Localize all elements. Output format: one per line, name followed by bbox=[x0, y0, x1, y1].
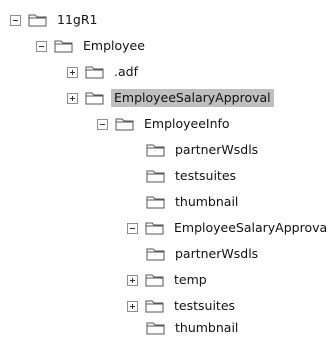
tree-node-label: thumbnail bbox=[175, 194, 239, 209]
folder-icon bbox=[85, 64, 105, 80]
tree-node-employeesalaryapprova[interactable]: EmployeeSalaryApprova bbox=[127, 218, 330, 238]
expand-icon[interactable] bbox=[67, 66, 78, 78]
folder-icon bbox=[115, 116, 135, 132]
tree-node-label: testsuites bbox=[175, 168, 237, 183]
expand-icon[interactable] bbox=[127, 300, 138, 312]
folder-icon bbox=[85, 90, 105, 106]
tree-node-temp[interactable]: temp bbox=[127, 270, 210, 290]
tree-node-thumbnail[interactable]: thumbnail bbox=[146, 318, 241, 338]
folder-icon bbox=[146, 320, 166, 336]
collapse-icon[interactable] bbox=[127, 222, 138, 234]
folder-icon bbox=[146, 168, 166, 184]
expand-icon[interactable] bbox=[127, 274, 138, 286]
folder-icon bbox=[54, 38, 74, 54]
tree-node-label: EmployeeInfo bbox=[144, 116, 230, 131]
tree-node-label: 11gR1 bbox=[57, 12, 98, 27]
tree-node-label: thumbnail bbox=[175, 320, 239, 335]
tree-node-adf[interactable]: .adf bbox=[67, 62, 141, 82]
folder-icon bbox=[145, 272, 165, 288]
tree-node-employee[interactable]: Employee bbox=[36, 36, 148, 56]
tree-node-11gr1[interactable]: 11gR1 bbox=[10, 10, 100, 30]
tree-node-testsuites[interactable]: testsuites bbox=[146, 166, 239, 186]
folder-icon bbox=[145, 220, 165, 236]
collapse-icon[interactable] bbox=[97, 118, 108, 130]
tree-node-thumbnail[interactable]: thumbnail bbox=[146, 192, 241, 212]
tree-node-partnerwsdls[interactable]: partnerWsdls bbox=[146, 140, 261, 160]
collapse-icon[interactable] bbox=[10, 14, 21, 26]
tree-node-testsuites[interactable]: testsuites bbox=[127, 296, 238, 316]
tree-node-label: partnerWsdls bbox=[175, 246, 259, 261]
folder-icon bbox=[146, 246, 166, 262]
folder-icon bbox=[145, 298, 165, 314]
tree-node-label: temp bbox=[174, 272, 207, 287]
tree-node-label: testsuites bbox=[174, 298, 236, 313]
tree-node-label-selected: EmployeeSalaryApproval bbox=[111, 89, 274, 107]
folder-icon bbox=[146, 194, 166, 210]
collapse-icon[interactable] bbox=[36, 40, 47, 52]
folder-tree: 11gR1 Employee .adf EmployeeSalaryApprov… bbox=[0, 0, 332, 339]
folder-icon bbox=[146, 142, 166, 158]
folder-icon bbox=[28, 12, 48, 28]
tree-node-label: .adf bbox=[114, 64, 138, 79]
tree-node-label: Employee bbox=[83, 38, 145, 53]
tree-node-partnerwsdls[interactable]: partnerWsdls bbox=[146, 244, 261, 264]
tree-node-employeesalaryapproval[interactable]: EmployeeSalaryApproval bbox=[67, 88, 274, 108]
tree-node-label: partnerWsdls bbox=[175, 142, 259, 157]
expand-icon[interactable] bbox=[67, 92, 78, 104]
tree-node-label: EmployeeSalaryApprova bbox=[174, 220, 328, 235]
tree-node-employeeinfo[interactable]: EmployeeInfo bbox=[97, 114, 233, 134]
